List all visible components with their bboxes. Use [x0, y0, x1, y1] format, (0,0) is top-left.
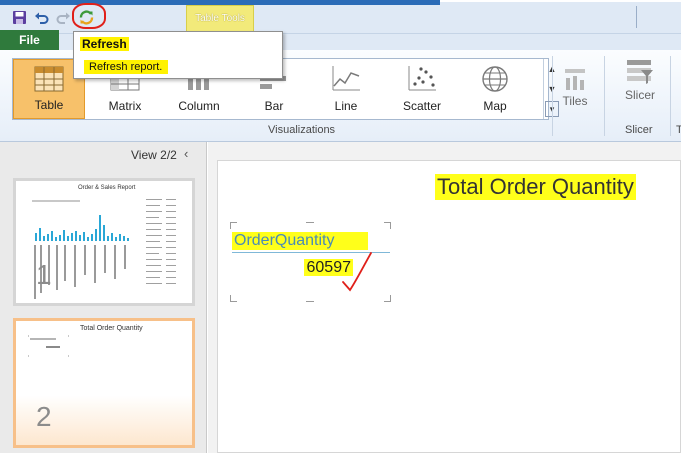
visualizations-group-label: Visualizations: [268, 124, 336, 136]
map-visualization-button[interactable]: Map: [473, 59, 517, 119]
views-pane: View 2/2 ‹ Order & Sales Report 1 Total …: [0, 142, 207, 453]
view-label: View: [131, 148, 157, 162]
collapse-pane-chevron-icon[interactable]: ‹: [184, 146, 188, 161]
column-visualization-label: Column: [178, 99, 220, 113]
scatter-visualization-label: Scatter: [402, 99, 441, 113]
title-bar-divider: [636, 6, 644, 28]
thumbnail-1-number: 1: [36, 259, 52, 290]
globe-icon: [482, 66, 508, 92]
view-counter: View 2/2: [131, 148, 177, 162]
table-tools-context-tab[interactable]: Table Tools: [186, 5, 254, 32]
save-icon: [12, 10, 26, 24]
scatter-visualization-button[interactable]: Scatter: [395, 59, 449, 119]
matrix-visualization-label: Matrix: [108, 99, 142, 113]
table-icon: [34, 66, 64, 92]
refresh-tooltip: Refresh Refresh report.: [73, 31, 283, 79]
undo-button[interactable]: [31, 7, 51, 27]
report-canvas[interactable]: [217, 160, 681, 453]
redo-button[interactable]: [53, 7, 73, 27]
slicer-label: Slicer: [624, 88, 655, 102]
annotation-red-circle: [72, 3, 106, 29]
thumbnail-2-preview: [28, 335, 69, 357]
slicer-button[interactable]: Slicer: [620, 56, 660, 116]
tiles-icon: [565, 69, 585, 90]
tooltip-description: Refresh report.: [84, 60, 169, 74]
annotation-red-checkmark: [342, 252, 372, 292]
bar-visualization-label: Bar: [264, 99, 284, 113]
power-view-window: Table Tools File Table Matrix Column Bar…: [0, 0, 681, 453]
slicer-group-label: Slicer: [625, 124, 653, 136]
line-visualization-label: Line: [334, 99, 358, 113]
next-group-label: T: [676, 124, 681, 136]
line-visualization-button[interactable]: Line: [321, 59, 371, 119]
visual-frame-corner: [230, 222, 237, 229]
view-thumbnail-1[interactable]: Order & Sales Report 1: [13, 178, 195, 306]
line-chart-icon: [332, 66, 360, 91]
slicer-icon: [627, 60, 653, 84]
title-bar: Table Tools: [0, 0, 681, 34]
tooltip-title: Refresh: [80, 37, 129, 51]
view-counter-value: 2/2: [160, 148, 177, 162]
file-tab[interactable]: File: [0, 30, 59, 50]
report-title[interactable]: Total Order Quantity: [435, 174, 636, 200]
table-visualization-label: Table: [34, 98, 64, 112]
view-thumbnail-2[interactable]: Total Order Quantity 2: [13, 318, 195, 448]
tiles-label: Tiles: [562, 94, 588, 108]
map-visualization-label: Map: [483, 99, 507, 113]
visual-frame-corner: [384, 295, 391, 302]
table-column-header[interactable]: OrderQuantity: [232, 232, 368, 250]
thumbnail-2-number: 2: [36, 401, 52, 432]
scatter-chart-icon: [408, 66, 436, 91]
visual-frame-corner: [230, 295, 237, 302]
tiles-button[interactable]: Tiles: [558, 56, 592, 116]
undo-icon: [34, 12, 48, 24]
visual-frame-corner: [384, 222, 391, 229]
redo-icon: [56, 12, 70, 24]
save-button[interactable]: [9, 7, 29, 27]
